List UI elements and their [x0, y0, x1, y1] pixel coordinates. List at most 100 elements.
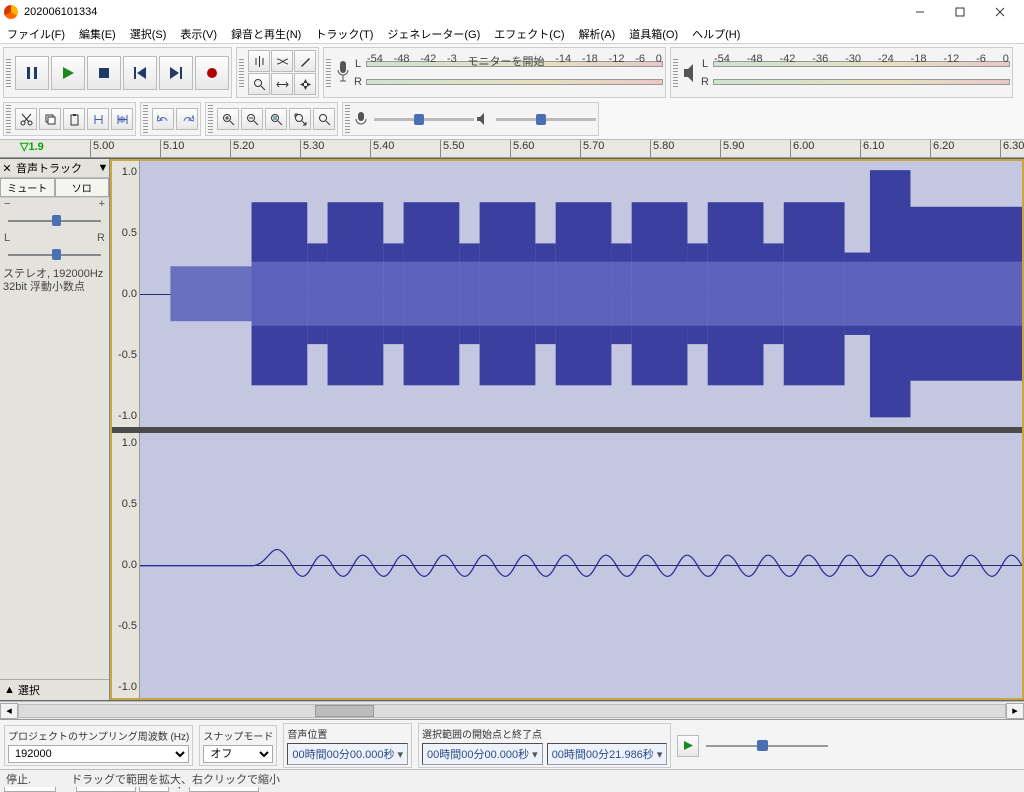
- menu-view[interactable]: 表示(V): [173, 24, 224, 43]
- track-name[interactable]: 音声トラック: [14, 159, 97, 177]
- pan-slider[interactable]: [4, 247, 105, 263]
- menu-tracks[interactable]: トラック(T): [308, 24, 380, 43]
- selection-label: 選択範囲の開始点と終了点: [422, 726, 667, 741]
- play-button[interactable]: [51, 56, 85, 90]
- toolbar-handle[interactable]: [326, 59, 331, 87]
- toolbar-handle[interactable]: [143, 105, 148, 133]
- speaker-icon: [476, 111, 490, 127]
- toolbar-area: L-54-48-42-3モニターを開始-14-18-12-60 R L-54-4…: [0, 44, 1024, 140]
- record-meter[interactable]: L-54-48-42-3モニターを開始-14-18-12-60 R: [353, 55, 663, 91]
- tools-toolbar: [236, 47, 319, 98]
- minimize-button[interactable]: [900, 0, 940, 24]
- chevron-down-icon: ▾: [398, 748, 404, 761]
- zoom-toggle-button[interactable]: [313, 108, 335, 130]
- selection-start-field[interactable]: 00時間00分00.000秒▾: [422, 743, 543, 765]
- redo-button[interactable]: [176, 108, 198, 130]
- project-rate-label: プロジェクトのサンプリング周波数 (Hz): [8, 728, 189, 743]
- silence-button[interactable]: [111, 108, 133, 130]
- cut-button[interactable]: [15, 108, 37, 130]
- scrollbar-track[interactable]: [18, 704, 1006, 718]
- zoom-out-button[interactable]: [241, 108, 263, 130]
- pause-button[interactable]: [15, 56, 49, 90]
- snap-group: スナップモード オフ: [199, 725, 277, 766]
- mic-icon: [335, 58, 351, 88]
- mute-button[interactable]: ミュート: [0, 178, 55, 197]
- menu-transport[interactable]: 録音と再生(N): [224, 24, 308, 43]
- solo-button[interactable]: ソロ: [55, 178, 110, 197]
- play-at-speed-button[interactable]: [677, 735, 699, 757]
- selection-end-field[interactable]: 00時間00分21.986秒▾: [547, 743, 668, 765]
- zoom-in-button[interactable]: [217, 108, 239, 130]
- window-titlebar: 202006101334: [0, 0, 1024, 24]
- play-volume-slider[interactable]: [476, 111, 596, 127]
- tracks-area: ✕ 音声トラック ▼ ミュート ソロ −+ LR ステレオ, 192000Hz3…: [0, 158, 1024, 701]
- menu-bar: ファイル(F) 編集(E) 選択(S) 表示(V) 録音と再生(N) トラック(…: [0, 24, 1024, 44]
- toolbar-handle[interactable]: [208, 105, 213, 133]
- gain-slider[interactable]: [4, 213, 105, 229]
- snap-select[interactable]: オフ: [203, 745, 273, 763]
- undo-button[interactable]: [152, 108, 174, 130]
- skip-start-button[interactable]: [123, 56, 157, 90]
- track-menu-dropdown[interactable]: ▼: [97, 162, 109, 174]
- track-control-panel: ✕ 音声トラック ▼ ミュート ソロ −+ LR ステレオ, 192000Hz3…: [0, 159, 110, 700]
- speaker-icon: [682, 58, 698, 88]
- playback-meter[interactable]: L-54-48-42-36-30-24-18-12-60 R: [700, 55, 1010, 91]
- zoom-tool[interactable]: [248, 73, 270, 95]
- playhead-icon[interactable]: ▽1.9: [20, 140, 44, 153]
- menu-edit[interactable]: 編集(E): [72, 24, 123, 43]
- collapse-icon[interactable]: ▲: [4, 684, 15, 696]
- zoom-sel-button[interactable]: [265, 108, 287, 130]
- selection-group: 選択範囲の開始点と終了点 00時間00分00.000秒▾ 00時間00分21.9…: [418, 723, 671, 768]
- maximize-button[interactable]: [940, 0, 980, 24]
- menu-help[interactable]: ヘルプ(H): [685, 24, 747, 43]
- track-format-info: ステレオ, 192000Hz32bit 浮動小数点: [0, 266, 109, 296]
- menu-analyze[interactable]: 解析(A): [572, 24, 623, 43]
- track-close-button[interactable]: ✕: [0, 162, 14, 175]
- close-button[interactable]: [980, 0, 1020, 24]
- waveform-left[interactable]: [140, 161, 1022, 427]
- playback-speed-slider[interactable]: [702, 738, 832, 754]
- menu-effect[interactable]: エフェクト(C): [487, 24, 571, 43]
- zoom-fit-button[interactable]: [289, 108, 311, 130]
- menu-file[interactable]: ファイル(F): [0, 24, 72, 43]
- draw-tool[interactable]: [294, 50, 316, 72]
- timeline-ruler[interactable]: ▽1.9 5.00 5.10 5.20 5.30 5.40 5.50 5.60 …: [0, 140, 1024, 158]
- audio-position-group: 音声位置 00時間00分00.000秒▾: [283, 723, 412, 768]
- waveform-right[interactable]: [140, 433, 1022, 699]
- toolbar-handle[interactable]: [6, 105, 11, 133]
- rec-volume-slider[interactable]: [354, 111, 474, 127]
- trim-button[interactable]: [87, 108, 109, 130]
- toolbar-handle[interactable]: [345, 105, 350, 133]
- menu-generate[interactable]: ジェネレーター(G): [380, 24, 487, 43]
- record-button[interactable]: [195, 56, 229, 90]
- project-rate-group: プロジェクトのサンプリング周波数 (Hz) 192000: [4, 725, 193, 766]
- skip-end-button[interactable]: [159, 56, 193, 90]
- waveform-area: 1.00.50.0-0.5-1.0: [110, 159, 1024, 700]
- edit-toolbar: [3, 102, 136, 136]
- stop-button[interactable]: [87, 56, 121, 90]
- timeshift-tool[interactable]: [271, 73, 293, 95]
- horizontal-scrollbar[interactable]: ◂ ▸: [0, 701, 1024, 719]
- selection-toolbar: プロジェクトのサンプリング周波数 (Hz) 192000 スナップモード オフ …: [0, 719, 1024, 769]
- toolbar-handle[interactable]: [239, 59, 244, 87]
- multi-tool[interactable]: [294, 73, 316, 95]
- amplitude-ruler: 1.00.50.0-0.5-1.0: [112, 161, 140, 427]
- status-bar: 停止. ドラッグで範囲を拡大、右クリックで縮小: [0, 769, 1024, 787]
- toolbar-handle[interactable]: [6, 59, 11, 87]
- project-rate-select[interactable]: 192000: [8, 745, 189, 763]
- selection-tool[interactable]: [248, 50, 270, 72]
- audio-position-field[interactable]: 00時間00分00.000秒▾: [287, 743, 408, 765]
- scroll-right-button[interactable]: ▸: [1006, 703, 1024, 719]
- copy-button[interactable]: [39, 108, 61, 130]
- menu-select[interactable]: 選択(S): [123, 24, 174, 43]
- paste-button[interactable]: [63, 108, 85, 130]
- toolbar-handle[interactable]: [673, 59, 678, 87]
- status-left: 停止.: [6, 771, 31, 787]
- menu-tools[interactable]: 道具箱(O): [622, 24, 685, 43]
- envelope-tool[interactable]: [271, 50, 293, 72]
- undo-toolbar: [140, 102, 201, 136]
- scroll-left-button[interactable]: ◂: [0, 703, 18, 719]
- track-select-label[interactable]: 選択: [18, 682, 40, 698]
- scrollbar-thumb[interactable]: [315, 705, 374, 717]
- channel-left: 1.00.50.0-0.5-1.0: [112, 161, 1022, 427]
